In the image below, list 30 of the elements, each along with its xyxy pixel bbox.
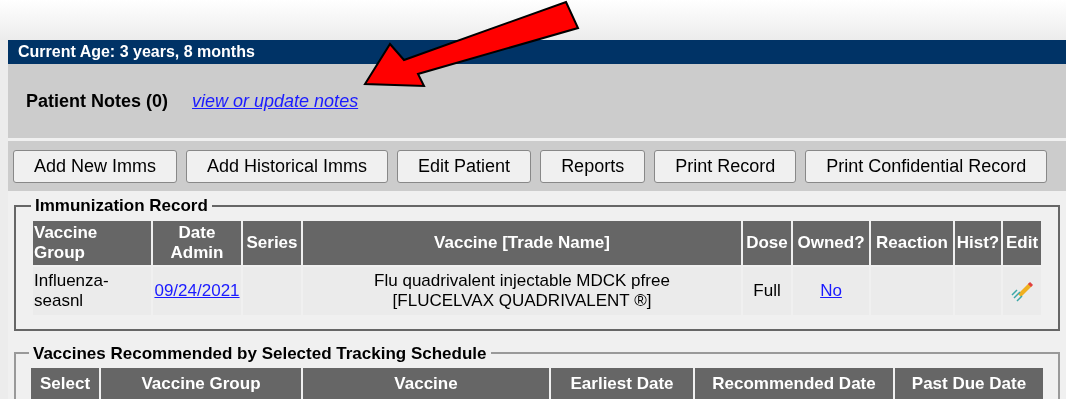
column-header: Reaction [870, 219, 954, 266]
column-header: Select [30, 367, 100, 399]
table-cell-text: Flu quadrivalent injectable MDCK pfree [FLUCELVAX QUADRIVALENT ®] [373, 270, 671, 311]
immunization-record-legend: Immunization Record [31, 193, 212, 219]
toolbar-button[interactable]: Reports [540, 149, 646, 183]
current-age-bar: Current Age: 3 years, 8 months [8, 40, 1066, 64]
column-header: Hist? [954, 219, 1002, 266]
toolbar-button[interactable]: Print Record [654, 149, 797, 183]
toolbar-button[interactable]: Add New Imms [13, 149, 178, 183]
owned-link[interactable]: No [820, 280, 842, 300]
column-header: Dose [742, 219, 792, 266]
view-notes-link[interactable]: view or update notes [192, 87, 359, 115]
toolbar-button[interactable]: Add Historical Imms [186, 149, 389, 183]
toolbar-button[interactable]: Print Confidential Record [805, 149, 1048, 183]
toolbar-button[interactable]: Edit Patient [397, 149, 532, 183]
column-header: Vaccine [Trade Name] [302, 219, 742, 266]
table-cell: Full [753, 280, 781, 300]
recommended-vaccines-legend: Vaccines Recommended by Selected Tracking Schedule [29, 340, 491, 366]
column-header: Series [242, 219, 302, 266]
column-header: Vaccine Group [100, 367, 302, 399]
column-header: Earliest Date [550, 367, 694, 399]
patient-notes-label: Patient Notes (0) [26, 89, 169, 113]
column-header: Edit [1002, 219, 1042, 266]
column-header: Vaccine Group [32, 219, 152, 266]
column-header: Past Due Date [894, 367, 1044, 399]
column-header: Vaccine [302, 367, 550, 399]
table-cell: Influenza-seasnl [34, 270, 109, 310]
column-header: Date Admin [152, 219, 242, 266]
column-header: Owned? [792, 219, 870, 266]
column-header: Recommended Date [694, 367, 894, 399]
